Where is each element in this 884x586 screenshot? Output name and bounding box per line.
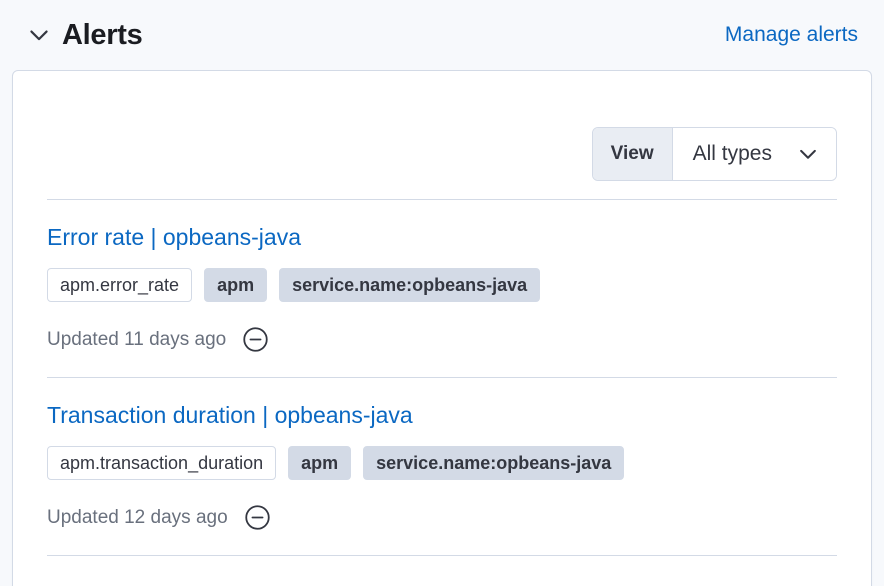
mute-alert-button[interactable] bbox=[244, 504, 271, 531]
alerts-toolbar: View All types bbox=[47, 71, 837, 181]
alert-type-select[interactable]: All types bbox=[673, 128, 836, 180]
alert-type-selected-value: All types bbox=[693, 142, 772, 166]
alerts-panel: View All types Error rate | opbeans-java… bbox=[12, 70, 872, 586]
page-title: Alerts bbox=[62, 19, 142, 52]
alerts-section: Alerts Manage alerts View All types Erro… bbox=[0, 0, 884, 586]
chevron-down-icon bbox=[28, 24, 50, 46]
alert-updated-text: Updated 12 days ago bbox=[47, 507, 228, 529]
mute-alert-button[interactable] bbox=[242, 326, 269, 353]
alert-title-link[interactable]: Transaction duration | opbeans-java bbox=[47, 400, 413, 430]
alert-item: Transaction duration | opbeans-java apm.… bbox=[47, 378, 837, 555]
alert-tag-badge: service.name:opbeans-java bbox=[279, 268, 540, 302]
collapse-alerts-button[interactable] bbox=[20, 16, 58, 54]
minus-in-circle-icon bbox=[244, 504, 271, 531]
alert-badges: apm.error_rate apm service.name:opbeans-… bbox=[47, 268, 837, 302]
alert-type-badge: apm.error_rate bbox=[47, 268, 192, 302]
alert-type-badge: apm.transaction_duration bbox=[47, 446, 276, 480]
alert-tag-badge: apm bbox=[204, 268, 267, 302]
chevron-down-icon bbox=[798, 144, 818, 164]
alert-item: Error rate | opbeans-java apm.error_rate… bbox=[47, 200, 837, 377]
alert-tag-badge: service.name:opbeans-java bbox=[363, 446, 624, 480]
alert-meta: Updated 12 days ago bbox=[47, 504, 837, 531]
manage-alerts-link[interactable]: Manage alerts bbox=[725, 23, 858, 47]
alert-tag-badge: apm bbox=[288, 446, 351, 480]
minus-in-circle-icon bbox=[242, 326, 269, 353]
alert-badges: apm.transaction_duration apm service.nam… bbox=[47, 446, 837, 480]
view-filter-group: View All types bbox=[592, 127, 837, 181]
alert-meta: Updated 11 days ago bbox=[47, 326, 837, 353]
alert-updated-text: Updated 11 days ago bbox=[47, 329, 226, 351]
divider bbox=[47, 555, 837, 556]
alerts-header: Alerts Manage alerts bbox=[0, 0, 884, 68]
view-filter-label: View bbox=[593, 128, 673, 180]
alert-title-link[interactable]: Error rate | opbeans-java bbox=[47, 222, 301, 252]
